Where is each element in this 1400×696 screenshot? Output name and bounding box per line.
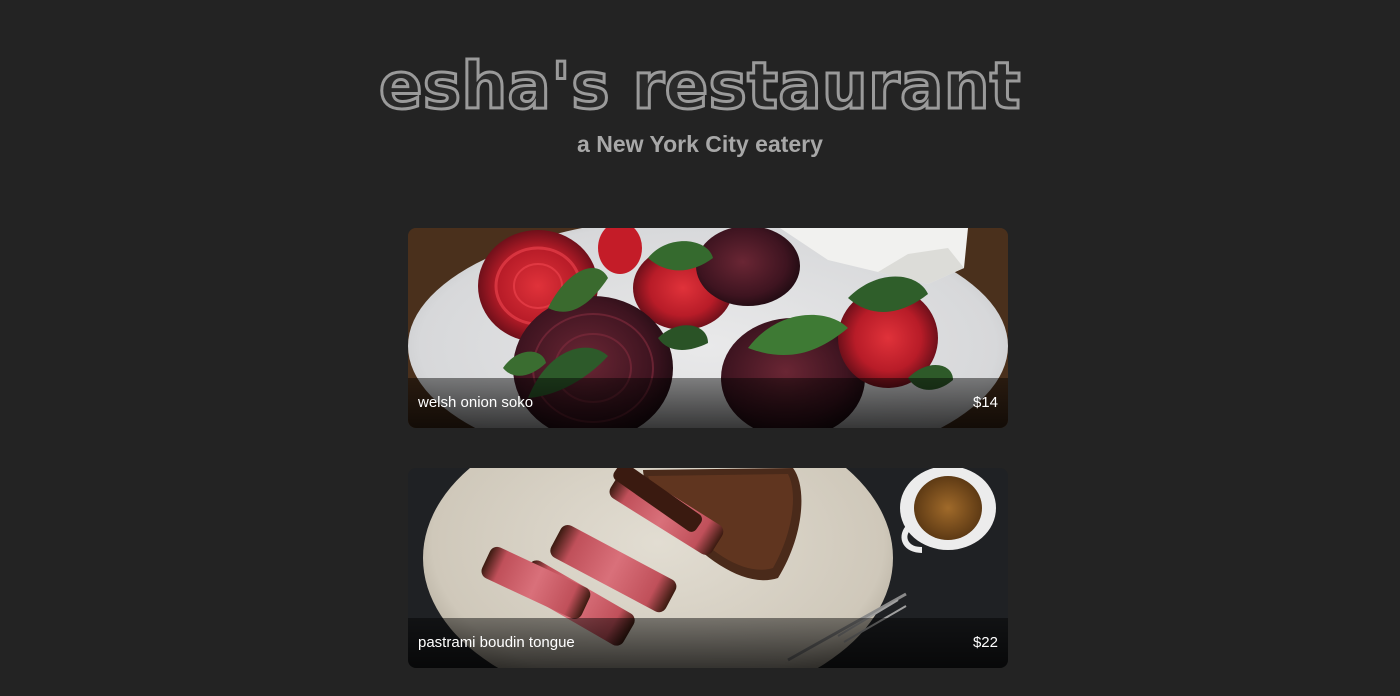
menu-item-price: $14 xyxy=(972,394,998,411)
menu-item-card[interactable]: welsh onion soko $14 xyxy=(408,228,1008,428)
menu-item-card[interactable]: pastrami boudin tongue $22 xyxy=(408,468,1008,668)
page-title: esha's restaurant xyxy=(377,49,1022,126)
menu-item-caption: pastrami boudin tongue $22 xyxy=(408,618,1008,668)
page-subtitle: a New York City eatery xyxy=(577,131,823,157)
menu-item-name: pastrami boudin tongue xyxy=(418,634,575,651)
menu-item-price: $22 xyxy=(972,634,998,651)
menu-item-caption: welsh onion soko $14 xyxy=(408,378,1008,428)
menu-item-name: welsh onion soko xyxy=(418,394,534,411)
menu-list: welsh onion soko $14 pastrami boudin ton… xyxy=(408,228,1008,696)
